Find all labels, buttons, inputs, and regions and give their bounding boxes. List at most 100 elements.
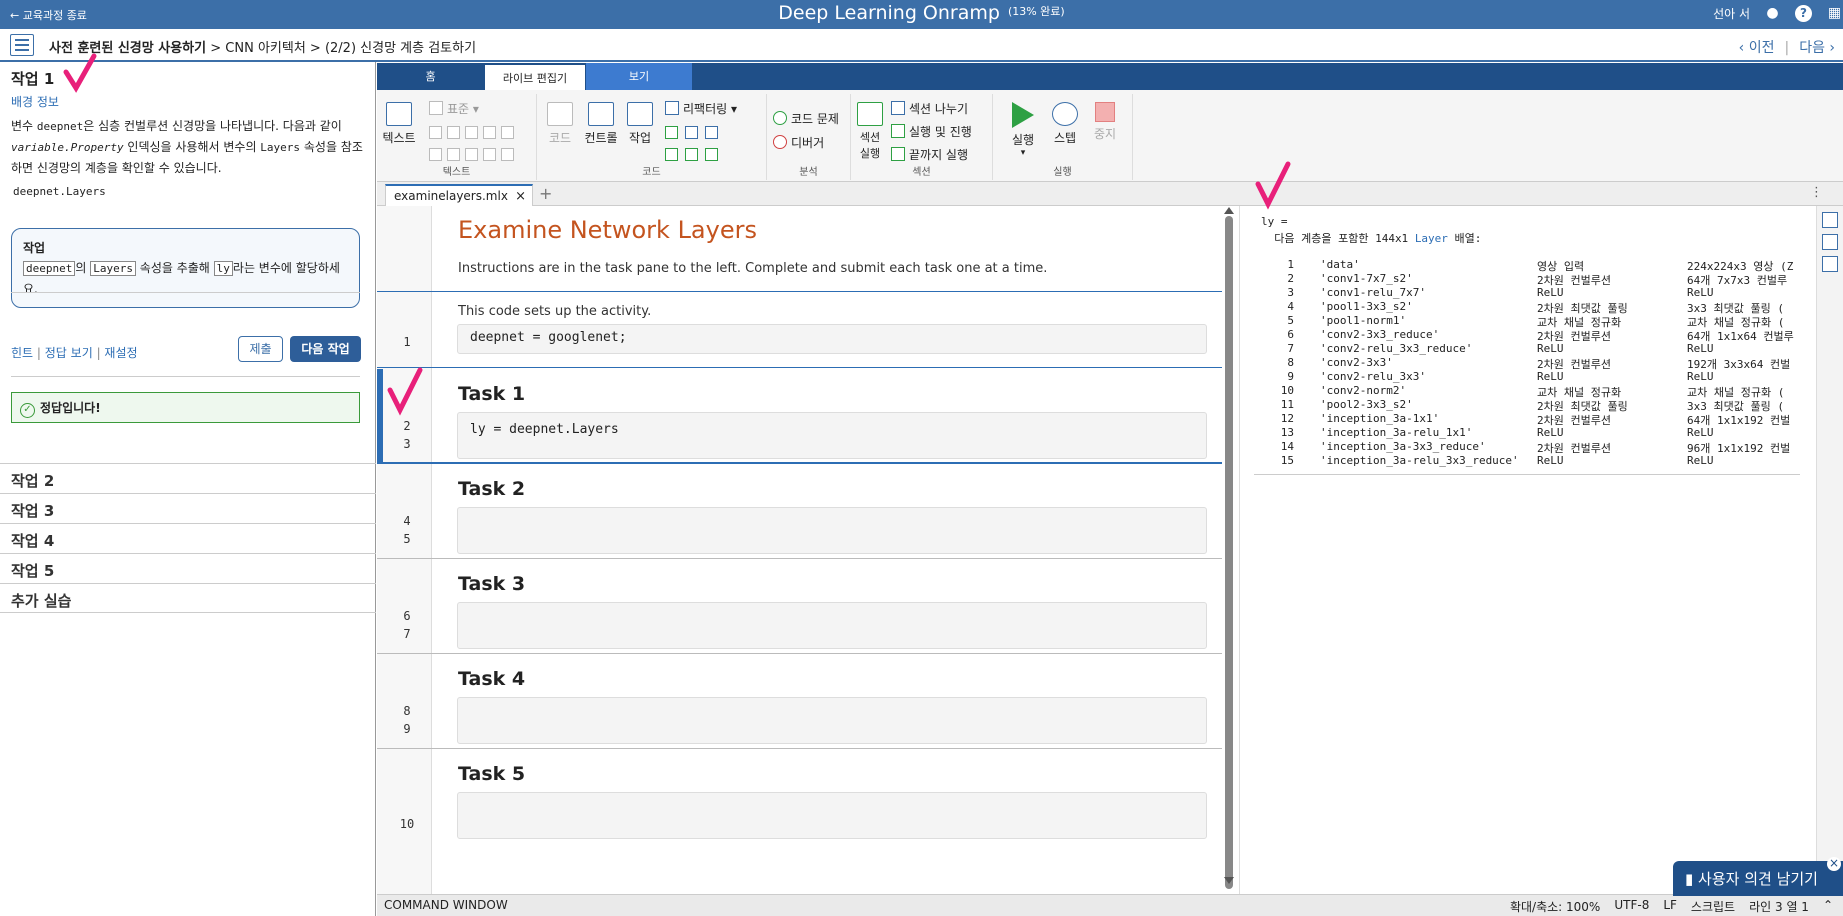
file-tab[interactable]: examinelayers.mlx × [385,184,533,206]
menu-icon[interactable] [10,34,34,56]
layer-row-cell: ReLU [1687,426,1714,439]
hide-code-icon[interactable] [1822,256,1838,272]
layer-row-cell: 'pool1-norm1' [1320,314,1407,327]
apps-grid-icon[interactable]: ▦ [1826,5,1843,22]
user-name[interactable]: 선아 서 [1713,5,1750,22]
code-cell[interactable]: ly = deepnet.Layers [457,412,1207,459]
uncomment-icon[interactable] [705,126,718,139]
task-section: Task 3 6 7 [377,559,1222,654]
split-label: 섹션 나누기 [909,102,969,116]
close-icon[interactable]: × [515,189,526,204]
output-right-icon[interactable] [1822,234,1838,250]
align-center-icon[interactable] [483,148,496,161]
group-text: 텍스트 표준 ▾ 텍스트 [377,94,537,180]
expand-icon[interactable]: ⌃ [1823,898,1833,915]
line-number: 7 [403,627,411,641]
task-list-item[interactable]: 작업 3 [0,493,376,523]
setup-code[interactable]: deepnet = googlenet; [457,324,1207,354]
smart-indent-icon[interactable] [705,148,718,161]
layer-row-cell: 'conv2-norm2' [1320,384,1407,397]
task-button[interactable]: 작업 [625,102,655,146]
step-button[interactable]: 스텝 [1049,102,1081,146]
number-list-icon[interactable] [447,148,460,161]
output-desc-text: 배열: [1447,232,1482,245]
next-task-button[interactable]: 다음 작업 [290,336,361,362]
output-desc: 다음 계층을 포함한 144x1 Layer 배열: [1261,230,1481,246]
run-and-advance-button[interactable]: 실행 및 진행 [891,123,972,140]
layer-row-cell: 12 [1280,412,1294,425]
task-list-item[interactable]: 작업 5 [0,553,376,583]
task-1-heading[interactable]: 작업 1 [11,68,54,89]
tab-live-editor[interactable]: 라이브 편집기 [485,63,585,90]
layer-link[interactable]: Layer [1415,232,1448,245]
code-issues-button[interactable]: 코드 문제 [773,110,839,127]
debugger-button[interactable]: 디버거 [773,134,824,151]
background-info-link[interactable]: 배경 정보 [11,93,59,110]
help-icon[interactable]: ? [1795,5,1812,22]
layer-row-cell: 2 [1287,272,1294,285]
code-cell[interactable] [457,507,1207,554]
controls-button[interactable]: 컨트롤 [581,102,621,146]
layer-row-cell: 15 [1280,454,1294,467]
output-divider [1254,474,1800,475]
tab-view[interactable]: 보기 [586,63,692,90]
live-editor[interactable]: Examine Network Layers Instructions are … [377,206,1222,894]
task-box-title: 작업 [23,241,46,255]
line-number: 4 [403,514,411,528]
show-answer-link[interactable]: 정답 보기 [45,346,93,360]
bullet-list-icon[interactable] [429,148,442,161]
run-button[interactable]: 실행 ▾ [1007,102,1039,158]
italic-icon[interactable] [447,126,460,139]
scroll-up-icon[interactable] [1224,207,1234,214]
text-style-select[interactable]: 표준 ▾ [429,100,479,117]
code-cell[interactable] [457,697,1207,744]
code-button[interactable]: 코드 [545,102,575,146]
layer-row-cell: 'conv2-3x3_reduce' [1320,328,1440,341]
task-links: 힌트 | 정답 보기 | 재설정 [11,344,138,361]
underline-icon[interactable] [465,126,478,139]
stop-button[interactable]: 중지 [1089,102,1121,142]
reset-link[interactable]: 재설정 [104,346,137,360]
scroll-down-icon[interactable] [1224,877,1234,884]
user-icon[interactable]: ● [1764,5,1781,22]
editor-scrollbar[interactable] [1225,216,1233,889]
close-icon[interactable]: × [1827,857,1841,871]
strike-icon[interactable] [501,126,514,139]
outdent-icon[interactable] [685,148,698,161]
submit-button[interactable]: 제출 [238,336,283,362]
task-list-item[interactable]: 작업 2 [0,463,376,493]
refactor-menu[interactable]: 리팩터링 ▾ [665,100,737,117]
tab-home[interactable]: 홈 [377,63,484,90]
hint-link[interactable]: 힌트 [11,346,33,360]
monospace-icon[interactable] [483,126,496,139]
align-left-icon[interactable] [465,148,478,161]
comment-icon[interactable] [685,126,698,139]
setup-text: This code sets up the activity. [458,304,652,319]
task-list-item[interactable]: 작업 4 [0,523,376,553]
bold-icon[interactable] [429,126,442,139]
breadcrumb-chapter[interactable]: CNN 아키텍처 [225,41,306,56]
text-button[interactable]: 텍스트 [381,102,417,146]
indent-icon[interactable] [665,148,678,161]
layer-row-cell: 'inception_3a-relu_1x1' [1320,426,1473,439]
output-inline-icon[interactable] [1822,212,1838,228]
task-title: Task 3 [458,573,526,595]
next-button[interactable]: 다음 › [1799,40,1835,56]
feedback-button[interactable]: ▮ 사용자 의견 남기기 × [1673,857,1843,896]
run-to-end-button[interactable]: 끝까지 실행 [891,146,968,163]
split-section-button[interactable]: 섹션 나누기 [891,100,968,117]
command-window-toggle[interactable]: COMMAND WINDOW [384,898,508,912]
layer-row-cell: 'inception_3a-3x3_reduce' [1320,440,1486,453]
split-icon [891,101,905,115]
align-right-icon[interactable] [501,148,514,161]
task-list-item[interactable]: 추가 실습 [0,583,376,613]
more-options-icon[interactable]: ⋮ [1810,185,1823,200]
code-cell[interactable] [457,602,1207,649]
add-tab-icon[interactable]: + [539,184,552,203]
task-description: 변수 deepnet은 심층 컨벌루션 신경망을 나타냅니다. 다음과 같이 v… [11,116,363,178]
code-cell[interactable] [457,792,1207,839]
percent-icon[interactable] [665,126,678,139]
task-text: 속성을 추출해 [135,261,214,275]
prev-button[interactable]: ‹ 이전 [1739,40,1775,56]
section-run-button[interactable]: 섹션 실행 [855,102,885,161]
